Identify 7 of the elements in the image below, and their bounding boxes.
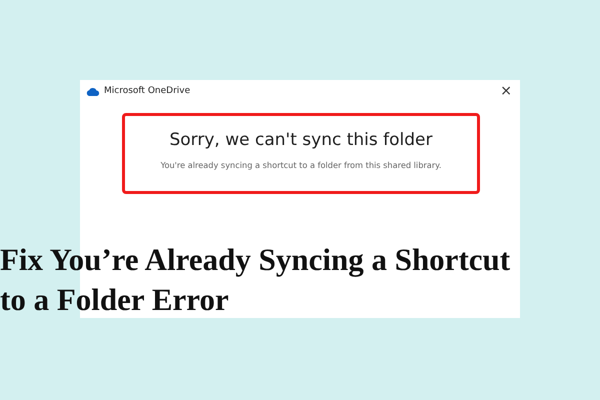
close-button[interactable]: ×	[498, 84, 514, 98]
window-title: Microsoft OneDrive	[104, 86, 190, 96]
error-heading: Sorry, we can't sync this folder	[169, 130, 432, 150]
headline-text: Fix You’re Already Syncing a Shortcut	[0, 241, 510, 279]
headline-text: to a Folder Error	[0, 281, 230, 319]
cloud-icon	[86, 86, 100, 96]
error-message: You're already syncing a shortcut to a folder from this shared library.	[160, 160, 442, 170]
